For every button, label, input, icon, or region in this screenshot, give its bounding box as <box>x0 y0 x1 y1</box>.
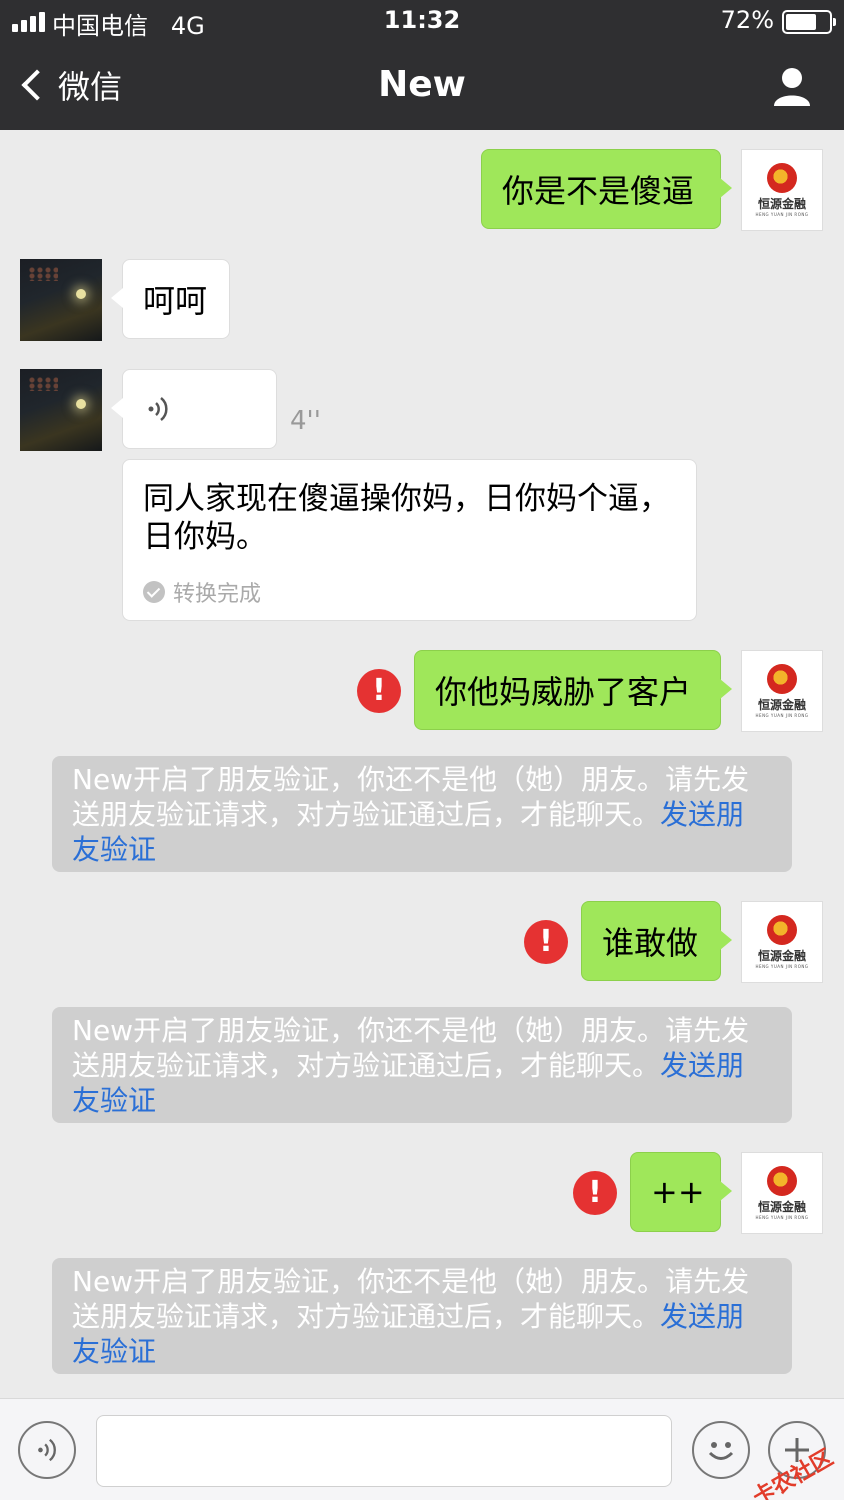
battery-icon <box>782 10 836 34</box>
transcript-text: 同人家现在傻逼操你妈，日你妈个逼，日你妈。 <box>143 481 670 555</box>
logo-subtext: HENG YUAN JIN RONG <box>755 713 809 718</box>
send-failed-icon[interactable]: ! <box>573 1171 617 1215</box>
emoji-icon <box>708 1442 734 1460</box>
voice-toggle-button[interactable] <box>18 1421 76 1479</box>
system-notice-text: New开启了朋友验证，你还不是他（她）朋友。请先发送朋友验证请求，对方验证通过后… <box>72 1014 750 1082</box>
message-bubble-incoming[interactable]: 呵呵 <box>111 259 230 339</box>
message-bubble-outgoing[interactable]: 谁敢做 <box>581 901 732 981</box>
self-avatar[interactable]: 恒源金融 HENG YUAN JIN RONG <box>741 149 823 231</box>
system-notice-text: New开启了朋友验证，你还不是他（她）朋友。请先发送朋友验证请求，对方验证通过后… <box>72 1265 750 1333</box>
logo-icon <box>767 915 797 945</box>
check-icon <box>143 581 165 603</box>
logo-text: 恒源金融 <box>757 949 806 963</box>
message-input[interactable] <box>96 1415 672 1487</box>
emoji-button[interactable] <box>692 1421 750 1479</box>
contact-avatar[interactable] <box>20 369 102 451</box>
system-notice: New开启了朋友验证，你还不是他（她）朋友。请先发送朋友验证请求，对方验证通过后… <box>52 756 792 872</box>
transcript-status-label: 转换完成 <box>173 582 262 607</box>
person-icon[interactable] <box>772 66 812 106</box>
chat-title: New <box>378 64 466 105</box>
message-text: 谁敢做 <box>602 924 699 962</box>
logo-subtext: HENG YUAN JIN RONG <box>755 964 809 969</box>
logo-icon <box>767 664 797 694</box>
top-bar: 中国电信 4G 11:32 72% 微信 New <box>0 0 844 130</box>
status-bar: 中国电信 4G 11:32 72% <box>0 0 844 44</box>
logo-icon <box>767 1166 797 1196</box>
system-notice: New开启了朋友验证，你还不是他（她）朋友。请先发送朋友验证请求，对方验证通过后… <box>52 1258 792 1374</box>
transcript-status: 转换完成 <box>143 576 261 608</box>
message-bubble-outgoing[interactable]: 你是不是傻逼 <box>481 149 732 229</box>
logo-subtext: HENG YUAN JIN RONG <box>755 1215 809 1220</box>
message-bubble-outgoing[interactable]: 你他妈威胁了客户 <box>414 650 732 730</box>
system-notice-text: New开启了朋友验证，你还不是他（她）朋友。请先发送朋友验证请求，对方验证通过后… <box>72 763 750 831</box>
voice-wave-icon <box>148 397 168 421</box>
logo-subtext: HENG YUAN JIN RONG <box>755 212 809 217</box>
voice-message-bubble[interactable] <box>111 369 277 449</box>
message-text: 你是不是傻逼 <box>502 172 695 210</box>
logo-text: 恒源金融 <box>757 698 806 712</box>
logo-text: 恒源金融 <box>757 1200 806 1214</box>
input-bar: 卡农社区 <box>0 1398 844 1500</box>
self-avatar[interactable]: 恒源金融 HENG YUAN JIN RONG <box>741 1152 823 1234</box>
logo-text: 恒源金融 <box>757 197 806 211</box>
send-failed-icon[interactable]: ! <box>524 920 568 964</box>
message-text: 呵呵 <box>143 282 208 320</box>
self-avatar[interactable]: 恒源金融 HENG YUAN JIN RONG <box>741 650 823 732</box>
message-text: ++ <box>651 1173 705 1211</box>
logo-icon <box>767 163 797 193</box>
voice-transcript[interactable]: 同人家现在傻逼操你妈，日你妈个逼，日你妈。 转换完成 <box>122 459 697 621</box>
self-avatar[interactable]: 恒源金融 HENG YUAN JIN RONG <box>741 901 823 983</box>
message-text: 你他妈威胁了客户 <box>435 673 692 711</box>
system-notice: New开启了朋友验证，你还不是他（她）朋友。请先发送朋友验证请求，对方验证通过后… <box>52 1007 792 1123</box>
voice-duration: 4'' <box>290 406 321 436</box>
message-bubble-outgoing[interactable]: ++ <box>630 1152 732 1232</box>
battery-percent: 72% <box>720 6 774 34</box>
voice-icon <box>38 1438 56 1462</box>
clock: 11:32 <box>383 6 461 34</box>
nav-bar: 微信 New <box>0 44 844 130</box>
send-failed-icon[interactable]: ! <box>357 669 401 713</box>
contact-avatar[interactable] <box>20 259 102 341</box>
